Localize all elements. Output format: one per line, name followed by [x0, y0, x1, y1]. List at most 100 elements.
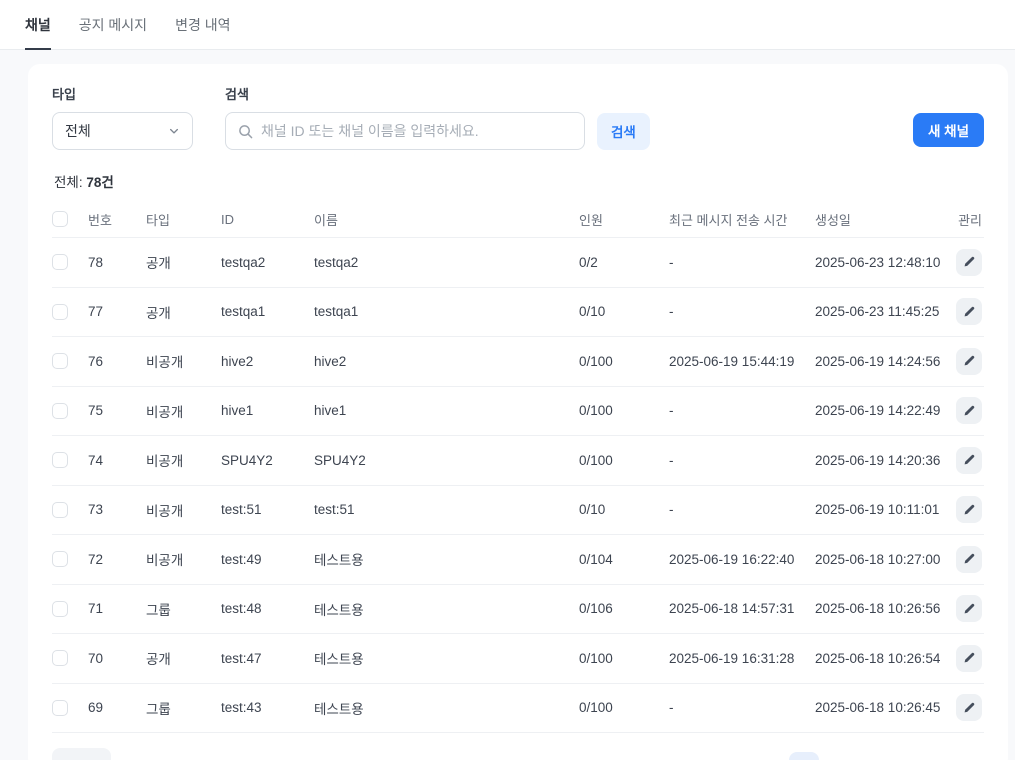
cell-no: 73 — [88, 502, 146, 517]
tab-channel[interactable]: 채널 — [25, 15, 51, 50]
cell-type: 비공개 — [146, 549, 221, 569]
cell-name: 테스트용 — [314, 698, 579, 718]
cell-id: test:48 — [221, 601, 314, 616]
row-checkbox[interactable] — [52, 304, 68, 320]
col-header-last-message: 최근 메시지 전송 시간 — [669, 210, 815, 229]
tab-change-history[interactable]: 변경 내역 — [175, 15, 230, 49]
page-button-2[interactable]: 2 — [822, 752, 852, 760]
cell-last-message: - — [669, 502, 815, 517]
cell-members: 0/100 — [579, 403, 669, 418]
edit-button[interactable] — [956, 249, 982, 276]
edit-button[interactable] — [956, 595, 982, 622]
filter-row: 타입 전체 검색 검색 새 채널 — [52, 84, 984, 150]
col-header-manage: 관리 — [956, 210, 984, 229]
cell-id: SPU4Y2 — [221, 453, 314, 468]
cell-type: 그룹 — [146, 698, 221, 718]
row-checkbox[interactable] — [52, 353, 68, 369]
cell-id: hive2 — [221, 354, 314, 369]
type-select-value: 전체 — [65, 121, 91, 141]
page-button-4[interactable]: 4 — [888, 752, 918, 760]
edit-button[interactable] — [956, 397, 982, 424]
cell-no: 69 — [88, 700, 146, 715]
new-channel-button[interactable]: 새 채널 — [913, 113, 984, 147]
edit-button[interactable] — [956, 447, 982, 474]
cell-no: 72 — [88, 552, 146, 567]
next-page-button[interactable] — [954, 752, 984, 760]
col-header-name: 이름 — [314, 210, 579, 229]
cell-created: 2025-06-18 10:26:45 — [815, 700, 956, 715]
page-buttons: 12345 — [789, 752, 951, 760]
page-button-5[interactable]: 5 — [921, 752, 951, 760]
edit-button[interactable] — [956, 645, 982, 672]
cell-id: testqa1 — [221, 304, 314, 319]
cell-type: 그룹 — [146, 599, 221, 619]
cell-type: 공개 — [146, 302, 221, 322]
cell-id: testqa2 — [221, 255, 314, 270]
row-checkbox[interactable] — [52, 452, 68, 468]
page-button-1[interactable]: 1 — [789, 752, 819, 760]
cell-last-message: - — [669, 304, 815, 319]
col-header-created: 생성일 — [815, 210, 956, 229]
cell-members: 0/100 — [579, 453, 669, 468]
delete-button[interactable]: 삭제 — [52, 748, 111, 760]
cell-last-message: - — [669, 403, 815, 418]
select-all-checkbox[interactable] — [52, 211, 68, 227]
table-row: 73 비공개 test:51 test:51 0/10 - 2025-06-19… — [52, 486, 984, 536]
edit-button[interactable] — [956, 694, 982, 721]
cell-no: 71 — [88, 601, 146, 616]
row-checkbox[interactable] — [52, 700, 68, 716]
row-checkbox[interactable] — [52, 551, 68, 567]
search-input[interactable] — [261, 123, 572, 139]
cell-type: 공개 — [146, 648, 221, 668]
cell-last-message: - — [669, 255, 815, 270]
table-row: 74 비공개 SPU4Y2 SPU4Y2 0/100 - 2025-06-19 … — [52, 436, 984, 486]
search-label: 검색 — [225, 84, 650, 103]
row-checkbox[interactable] — [52, 601, 68, 617]
prev-page-button[interactable] — [756, 752, 786, 760]
cell-id: hive1 — [221, 403, 314, 418]
row-checkbox[interactable] — [52, 254, 68, 270]
cell-type: 비공개 — [146, 401, 221, 421]
cell-name: 테스트용 — [314, 549, 579, 569]
row-checkbox[interactable] — [52, 650, 68, 666]
cell-created: 2025-06-19 14:22:49 — [815, 403, 956, 418]
edit-button[interactable] — [956, 348, 982, 375]
cell-created: 2025-06-19 14:24:56 — [815, 354, 956, 369]
col-header-id: ID — [221, 212, 314, 227]
table-row: 77 공개 testqa1 testqa1 0/10 - 2025-06-23 … — [52, 288, 984, 338]
type-select[interactable]: 전체 — [52, 112, 193, 150]
table-row: 75 비공개 hive1 hive1 0/100 - 2025-06-19 14… — [52, 387, 984, 437]
cell-type: 공개 — [146, 252, 221, 272]
page-button-3[interactable]: 3 — [855, 752, 885, 760]
edit-button[interactable] — [956, 546, 982, 573]
row-checkbox[interactable] — [52, 403, 68, 419]
row-checkbox[interactable] — [52, 502, 68, 518]
cell-members: 0/100 — [579, 354, 669, 369]
search-input-wrap — [225, 112, 585, 150]
edit-button[interactable] — [956, 298, 982, 325]
table-row: 78 공개 testqa2 testqa2 0/2 - 2025-06-23 1… — [52, 238, 984, 288]
cell-members: 0/2 — [579, 255, 669, 270]
cell-no: 75 — [88, 403, 146, 418]
cell-created: 2025-06-19 14:20:36 — [815, 453, 956, 468]
cell-last-message: - — [669, 700, 815, 715]
tab-bar: 채널 공지 메시지 변경 내역 — [0, 0, 1015, 50]
cell-members: 0/104 — [579, 552, 669, 567]
table-row: 76 비공개 hive2 hive2 0/100 2025-06-19 15:4… — [52, 337, 984, 387]
pencil-icon — [963, 256, 975, 268]
cell-type: 비공개 — [146, 450, 221, 470]
pencil-icon — [963, 454, 975, 466]
cell-members: 0/100 — [579, 651, 669, 666]
chevron-down-icon — [168, 125, 180, 137]
edit-button[interactable] — [956, 496, 982, 523]
cell-name: SPU4Y2 — [314, 453, 579, 468]
pencil-icon — [963, 553, 975, 565]
cell-type: 비공개 — [146, 351, 221, 371]
cell-last-message: 2025-06-19 15:44:19 — [669, 354, 815, 369]
table-body: 78 공개 testqa2 testqa2 0/2 - 2025-06-23 1… — [52, 238, 984, 733]
channel-table: 번호 타입 ID 이름 인원 최근 메시지 전송 시간 생성일 관리 78 공개… — [52, 201, 984, 733]
col-header-type: 타입 — [146, 210, 221, 229]
search-button[interactable]: 검색 — [597, 113, 650, 150]
tab-notice-message[interactable]: 공지 메시지 — [79, 15, 147, 49]
table-row: 71 그룹 test:48 테스트용 0/106 2025-06-18 14:5… — [52, 585, 984, 635]
